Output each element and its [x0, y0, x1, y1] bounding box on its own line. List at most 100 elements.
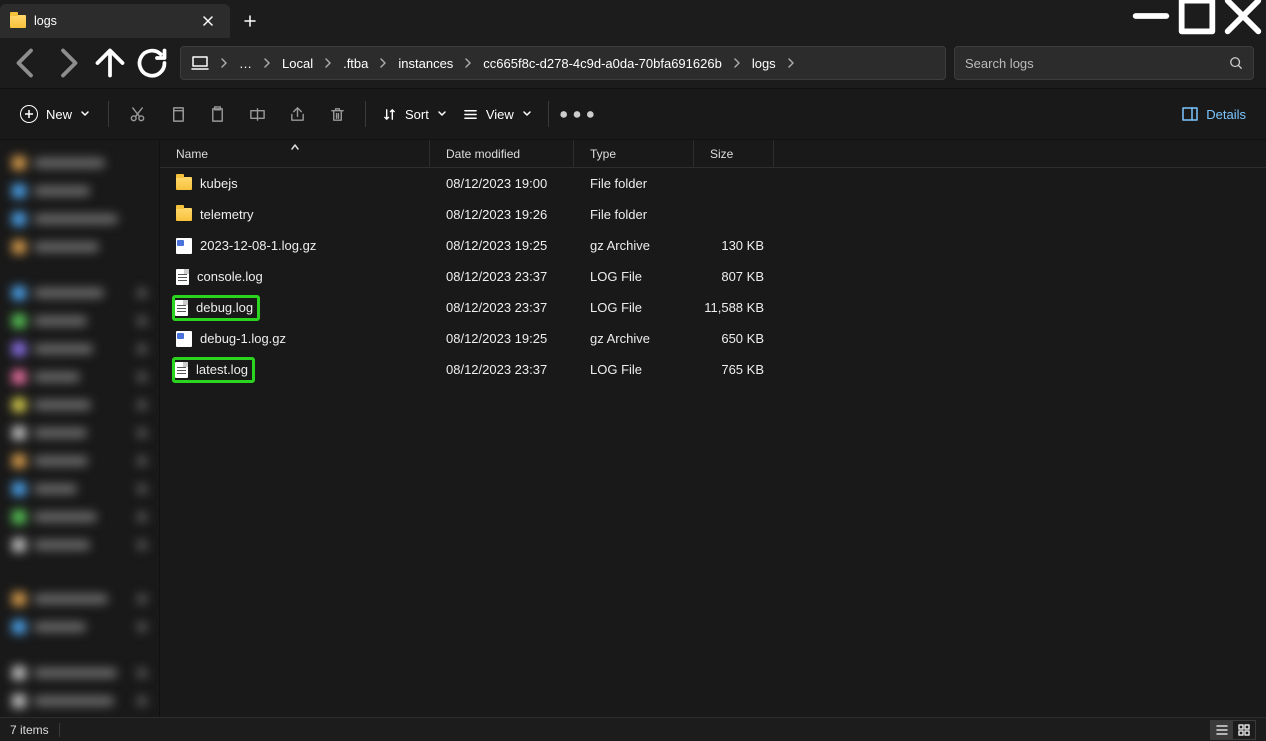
delete-button[interactable] [317, 97, 357, 131]
chevron-right-icon[interactable] [217, 58, 231, 68]
maximize-icon [1174, 0, 1220, 39]
copy-icon [169, 106, 186, 123]
column-header-date[interactable]: Date modified [430, 140, 574, 167]
paste-button[interactable] [197, 97, 237, 131]
details-view-button[interactable] [1211, 721, 1233, 739]
sidebar-item[interactable] [6, 392, 153, 418]
breadcrumb-segment[interactable]: Local [274, 47, 321, 79]
breadcrumb-segment[interactable]: .ftba [335, 47, 376, 79]
maximize-button[interactable] [1174, 0, 1220, 32]
cut-button[interactable] [117, 97, 157, 131]
view-label: View [486, 107, 514, 122]
sidebar-item[interactable] [6, 336, 153, 362]
file-date: 08/12/2023 23:37 [430, 362, 574, 377]
file-name: console.log [197, 269, 263, 284]
chevron-down-icon [522, 109, 532, 119]
sidebar-item[interactable] [6, 660, 153, 686]
up-button[interactable] [90, 45, 130, 81]
sidebar-item[interactable] [6, 364, 153, 390]
more-button[interactable] [557, 97, 597, 131]
column-label: Size [710, 147, 733, 161]
chevron-right-icon[interactable] [321, 58, 335, 68]
file-name: 2023-12-08-1.log.gz [200, 238, 316, 253]
sidebar-item[interactable] [6, 476, 153, 502]
navigation-pane[interactable] [0, 140, 160, 717]
new-button[interactable]: New [10, 97, 100, 131]
sidebar-item[interactable] [6, 280, 153, 306]
close-window-button[interactable] [1220, 0, 1266, 32]
tab-close-button[interactable] [196, 9, 220, 33]
column-header-size[interactable]: Size [694, 140, 774, 167]
address-bar[interactable]: … Local .ftba instances cc665f8c-d278-4c9d-… [180, 46, 946, 80]
rename-button[interactable] [237, 97, 277, 131]
view-dropdown[interactable]: View [455, 97, 540, 131]
sidebar-item[interactable] [6, 532, 153, 558]
sidebar-item[interactable] [6, 448, 153, 474]
breadcrumb-segment[interactable]: instances [390, 47, 461, 79]
column-label: Name [176, 147, 208, 161]
tab-logs[interactable]: logs [0, 4, 230, 38]
table-row[interactable]: kubejs08/12/2023 19:00File folder [160, 168, 1266, 199]
table-row[interactable]: 2023-12-08-1.log.gz08/12/2023 19:25gz Ar… [160, 230, 1266, 261]
sidebar-item[interactable] [6, 420, 153, 446]
share-icon [289, 106, 306, 123]
table-row[interactable]: debug.log08/12/2023 23:37LOG File11,588 … [160, 292, 1266, 323]
sidebar-item[interactable] [6, 150, 153, 176]
clipboard-icon [209, 106, 226, 123]
chevron-right-icon[interactable] [730, 58, 744, 68]
sidebar-item[interactable] [6, 308, 153, 334]
refresh-icon [132, 43, 172, 83]
column-header-name[interactable]: Name [160, 140, 430, 167]
breadcrumb-segment[interactable]: cc665f8c-d278-4c9d-a0da-70bfa691626b [475, 47, 730, 79]
chevron-right-icon[interactable] [784, 58, 798, 68]
breadcrumb-segment[interactable]: logs [744, 47, 784, 79]
search-icon [1229, 56, 1243, 70]
file-name: telemetry [200, 207, 253, 222]
sidebar-item[interactable] [6, 688, 153, 714]
table-row[interactable]: latest.log 08/12/2023 23:37LOG File765 KB [160, 354, 1266, 385]
table-row[interactable]: console.log08/12/2023 23:37LOG File807 K… [160, 261, 1266, 292]
column-header-type[interactable]: Type [574, 140, 694, 167]
sidebar-item[interactable] [6, 504, 153, 530]
search-input[interactable] [965, 56, 1229, 71]
overflow-crumb[interactable]: … [231, 47, 260, 79]
chevron-down-icon [80, 109, 90, 119]
file-date: 08/12/2023 19:26 [430, 207, 574, 222]
table-row[interactable]: debug-1.log.gz08/12/2023 19:25gz Archive… [160, 323, 1266, 354]
file-size: 765 KB [694, 362, 774, 377]
sidebar-item[interactable] [6, 206, 153, 232]
file-size: 130 KB [694, 238, 774, 253]
table-row[interactable]: telemetry08/12/2023 19:26File folder [160, 199, 1266, 230]
search-box[interactable] [954, 46, 1254, 80]
close-icon [203, 16, 213, 26]
share-button[interactable] [277, 97, 317, 131]
folder-icon [176, 177, 192, 190]
back-button[interactable] [6, 45, 46, 81]
file-name: latest.log [196, 362, 248, 377]
monitor-icon [191, 56, 209, 70]
toolbar: New Sort View Details [0, 88, 1266, 140]
sidebar-item[interactable] [6, 614, 153, 640]
details-pane-icon [1182, 106, 1198, 122]
details-pane-button[interactable]: Details [1172, 97, 1256, 131]
file-type: LOG File [574, 300, 694, 315]
new-tab-button[interactable] [230, 4, 270, 38]
sidebar-item[interactable] [6, 178, 153, 204]
list-view-icon [1216, 724, 1228, 736]
file-size: 650 KB [694, 331, 774, 346]
file-type: LOG File [574, 362, 694, 377]
sort-dropdown[interactable]: Sort [374, 97, 455, 131]
refresh-button[interactable] [132, 45, 172, 81]
minimize-button[interactable] [1128, 0, 1174, 32]
chevron-right-icon[interactable] [376, 58, 390, 68]
arrow-right-icon [48, 43, 88, 83]
chevron-right-icon[interactable] [260, 58, 274, 68]
forward-button[interactable] [48, 45, 88, 81]
file-name: debug.log [196, 300, 253, 315]
this-pc-icon[interactable] [187, 47, 217, 79]
thumbnails-view-button[interactable] [1233, 721, 1255, 739]
copy-button[interactable] [157, 97, 197, 131]
chevron-right-icon[interactable] [461, 58, 475, 68]
sidebar-item[interactable] [6, 586, 153, 612]
sidebar-item[interactable] [6, 234, 153, 260]
